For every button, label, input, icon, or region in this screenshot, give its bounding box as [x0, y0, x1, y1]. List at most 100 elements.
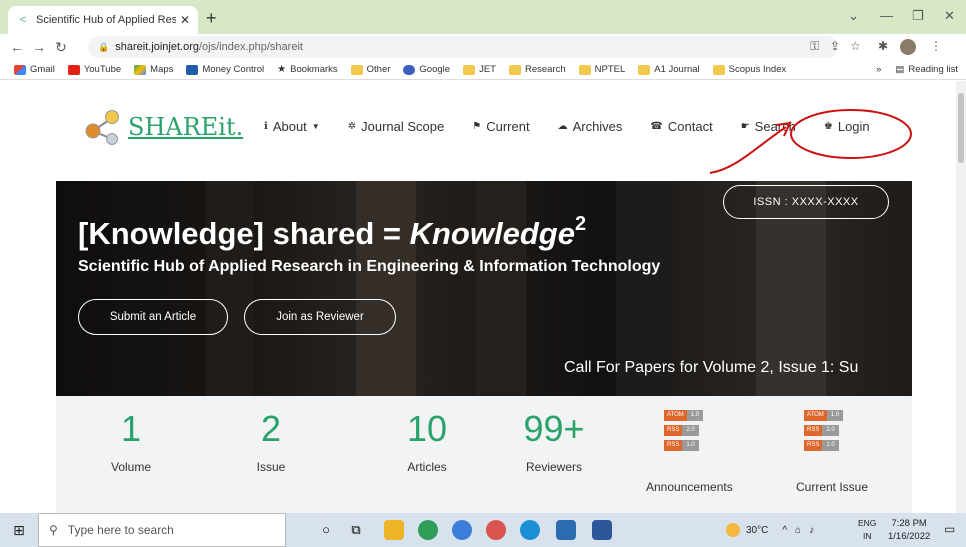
file-explorer-icon[interactable]	[384, 520, 404, 540]
url-domain: shareit.joinjet.org	[115, 41, 199, 53]
annotation-ellipse	[790, 109, 912, 159]
notifications-icon[interactable]: ▭	[944, 522, 955, 536]
url-path: /ojs/index.php/shareit	[199, 41, 303, 53]
folder-icon	[712, 64, 725, 75]
rss2-feed-badge[interactable]: RSS 2.0	[804, 425, 864, 436]
bookmark-scopus-index[interactable]: Scopus Index	[712, 64, 786, 75]
folder-icon	[578, 64, 591, 75]
site-logo[interactable]: SHAREit.	[84, 109, 243, 145]
window-close-icon[interactable]: ✕	[944, 8, 955, 24]
bookmark-research[interactable]: Research	[508, 64, 566, 75]
atom-feed-badge[interactable]: ATOM 1.0	[664, 410, 724, 421]
bookmark-youtube[interactable]: YouTube	[67, 64, 121, 75]
bookmarks-bar: Gmail YouTube Maps Money Control ★ Bookma…	[0, 60, 966, 80]
address-bar[interactable]: 🔒 shareit.joinjet.org/ojs/index.php/shar…	[88, 36, 838, 58]
reading-list[interactable]: » ▤ Reading list	[876, 64, 958, 75]
minimize-icon[interactable]: —	[880, 8, 893, 23]
extensions-icon[interactable]: ✱	[878, 39, 888, 53]
hero-title: [Knowledge] shared = Knowledge2	[78, 213, 587, 251]
nav-current[interactable]: ⚑ Current	[472, 119, 529, 134]
announcements-feeds: ATOM 1.0 RSS 2.0 RSS 1.0	[664, 410, 724, 455]
bookmark-nptel[interactable]: NPTEL	[578, 64, 625, 75]
menu-icon[interactable]: ⋮	[930, 39, 942, 53]
gmail-icon	[14, 64, 26, 75]
chrome-icon[interactable]	[418, 520, 438, 540]
taskbar-search-box[interactable]: ⚲ Type here to search	[38, 513, 286, 547]
stat-reviewers: 99+ Reviewers	[523, 408, 585, 474]
lock-icon: 🔒	[98, 41, 110, 52]
rss1-feed-badge[interactable]: RSS 1.0	[804, 440, 864, 451]
key-icon[interactable]: ⚿	[810, 39, 819, 54]
bookmark-a1-journal[interactable]: A1 Journal	[638, 64, 700, 75]
web-page: SHAREit. ℹ About ▼ ✲ Journal Scope ⚑ Cur…	[0, 81, 956, 513]
hero-banner: [Knowledge] shared = Knowledge2 Scientif…	[56, 181, 912, 396]
cortana-icon[interactable]: ○	[316, 520, 336, 540]
nav-contact[interactable]: ☎ Contact	[650, 119, 712, 134]
announcements-label[interactable]: Announcements	[646, 480, 733, 494]
search-icon: ⚲	[49, 523, 58, 537]
nav-about[interactable]: ℹ About ▼	[264, 119, 320, 134]
edge-icon[interactable]	[520, 520, 540, 540]
share-icon[interactable]: ⇪	[830, 39, 840, 53]
reload-icon[interactable]: ↻	[50, 39, 72, 56]
folder-icon	[508, 64, 521, 75]
share-logo-icon	[85, 110, 119, 145]
hero-subtitle: Scientific Hub of Applied Research in En…	[78, 258, 661, 275]
maps-icon	[134, 64, 147, 75]
profile-avatar[interactable]	[900, 39, 916, 55]
volume-icon[interactable]: ♪	[809, 525, 814, 536]
language-indicator[interactable]: ENG IN	[858, 517, 876, 543]
flag-icon: ⚑	[472, 121, 482, 132]
store-icon[interactable]	[556, 520, 576, 540]
logo-text: SHAREit.	[128, 113, 244, 141]
submit-article-button[interactable]: Submit an Article	[78, 299, 228, 335]
current-issue-label[interactable]: Current Issue	[796, 480, 868, 494]
network-icon[interactable]: ⌂	[795, 525, 801, 536]
windows-start-icon[interactable]: ⊞	[0, 522, 38, 539]
bookmark-bookmarks[interactable]: ★ Bookmarks	[277, 64, 337, 75]
browser-tab[interactable]: < Scientific Hub of Applied Researc ✕	[8, 6, 198, 34]
nav-archives[interactable]: ☁ Archives	[558, 119, 623, 134]
restore-icon[interactable]: ❐	[912, 8, 924, 24]
chevron-up-icon[interactable]: ^	[782, 525, 787, 536]
nav-journal-scope[interactable]: ✲ Journal Scope	[348, 119, 445, 134]
folder-icon	[638, 64, 651, 75]
bookmark-google[interactable]: Google	[403, 64, 450, 75]
stat-issue: 2 Issue	[256, 408, 286, 474]
new-tab-button[interactable]: +	[206, 8, 217, 28]
bookmark-gmail[interactable]: Gmail	[14, 64, 55, 75]
back-icon[interactable]: ←	[6, 39, 28, 55]
tab-search-icon[interactable]: ⌄	[848, 8, 859, 24]
cloud-icon: ☁	[557, 121, 568, 132]
forward-icon[interactable]: →	[28, 39, 50, 55]
weather-temp[interactable]: 30°C	[746, 525, 768, 536]
reading-list-icon: ▤	[895, 64, 905, 75]
browser-toolbar: ← → ↻ 🔒 shareit.joinjet.org/ojs/index.ph…	[0, 34, 966, 60]
chrome-icon[interactable]	[452, 520, 472, 540]
bookmark-jet[interactable]: JET	[463, 64, 496, 75]
info-icon: ℹ	[264, 121, 268, 132]
bookmark-maps[interactable]: Maps	[134, 64, 173, 75]
current-issue-feeds: ATOM 1.0 RSS 2.0 RSS 1.0	[804, 410, 864, 455]
stat-volume: 1 Volume	[110, 408, 152, 474]
page-scrollbar[interactable]	[956, 81, 966, 513]
folder-icon	[350, 64, 363, 75]
rss1-feed-badge[interactable]: RSS 1.0	[664, 440, 724, 451]
word-icon[interactable]	[592, 520, 612, 540]
scrollbar-thumb[interactable]	[958, 93, 964, 163]
chrome-icon[interactable]	[486, 520, 506, 540]
bookmark-other[interactable]: Other	[350, 64, 390, 75]
join-reviewer-button[interactable]: Join as Reviewer	[244, 299, 396, 335]
task-view-icon[interactable]: ⧉	[346, 520, 366, 540]
star-icon[interactable]: ☆	[850, 39, 861, 53]
call-for-papers-ticker[interactable]: Call For Papers for Volume 2, Issue 1: S…	[564, 359, 894, 377]
issn-badge: ISSN : XXXX-XXXX	[723, 185, 889, 219]
more-bookmarks[interactable]: »	[876, 64, 881, 75]
stats-bar: 1 Volume 2 Issue 10 Articles 99+ Reviewe…	[56, 396, 912, 513]
rss2-feed-badge[interactable]: RSS 2.0	[664, 425, 724, 436]
gear-icon: ✲	[347, 121, 357, 132]
atom-feed-badge[interactable]: ATOM 1.0	[804, 410, 864, 421]
tab-close-icon[interactable]: ✕	[180, 13, 190, 27]
bookmark-money-control[interactable]: Money Control	[186, 64, 264, 75]
taskbar-clock[interactable]: 7:28 PM 1/16/2022	[888, 517, 930, 543]
